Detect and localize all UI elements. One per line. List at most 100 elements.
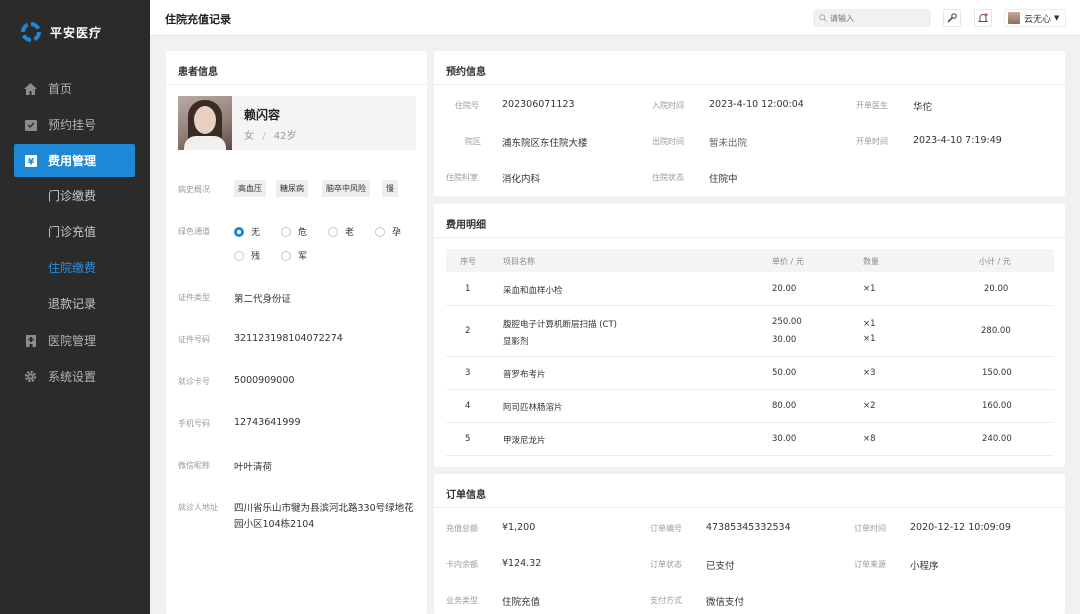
quantity: ×1	[863, 334, 876, 344]
sidebar-subitem-outpatient-payment[interactable]: 门诊缴费	[48, 186, 96, 206]
subtotal: 20.00	[984, 284, 1009, 294]
green-option-pregnant[interactable]: 孕	[375, 225, 401, 238]
business-type-value: 住院充值	[502, 597, 541, 608]
divider	[434, 237, 1065, 238]
green-option-none[interactable]: 无	[234, 225, 260, 238]
subtotal: 160.00	[982, 401, 1012, 411]
sidebar-item-home[interactable]: 首页	[14, 72, 135, 105]
radio-icon	[281, 250, 291, 261]
table-row: 4 阿司匹林肠溶片 80.00 ×2 160.00	[446, 390, 1054, 423]
inpatient-number-value: 202306071123	[502, 99, 575, 110]
field-label: 充值总额	[446, 524, 478, 533]
history-tag: 糖尿病	[276, 180, 308, 197]
billing-icon: ¥	[24, 154, 37, 167]
patient-meta: 女 / 42岁	[244, 127, 296, 142]
top-header: 住院充值记录 云无心 ▼	[150, 0, 1080, 36]
page-title: 住院充值记录	[165, 13, 231, 26]
fee-details-card: 费用明细 序号 项目名称 单价 / 元 数量 小计 / 元 1 采血和血样小检 …	[434, 204, 1065, 467]
tool-button[interactable]	[943, 9, 961, 27]
history-tag: 慢	[382, 180, 398, 197]
item-name: 普罗布考片	[503, 370, 546, 380]
admission-time-value: 2023-4-10 12:00:04	[709, 99, 804, 110]
item-name: 显影剂	[503, 337, 529, 347]
field-label: 住院科室	[446, 173, 478, 182]
appointment-info-card: 预约信息 住院号 202306071123 入院时间 2023-4-10 12:…	[434, 51, 1065, 196]
field-label: 就诊人地址	[178, 503, 218, 512]
search-icon	[819, 14, 827, 22]
hospital-icon	[24, 334, 37, 347]
field-label: 证件号码	[178, 335, 210, 344]
order-number-value: 47385345332534	[706, 522, 791, 533]
field-label: 卡内余额	[446, 560, 478, 569]
section-title: 患者信息	[178, 67, 218, 78]
card-number-value: 5000909000	[234, 375, 295, 386]
table-row: 1 采血和血样小检 20.00 ×1 20.00	[446, 272, 1054, 306]
field-label: 院区	[465, 137, 481, 146]
table-header: 序号 项目名称 单价 / 元 数量 小计 / 元	[446, 249, 1054, 272]
quantity: ×2	[863, 401, 876, 411]
recharge-total-value: ¥1,200	[502, 522, 536, 533]
section-title: 费用明细	[446, 220, 486, 231]
item-name: 阿司匹林肠溶片	[503, 403, 563, 413]
search-box[interactable]	[813, 9, 931, 27]
card-balance-value: ¥124.32	[502, 558, 542, 569]
order-time-value: 2023-4-10 7:19:49	[913, 135, 1002, 146]
user-name: 云无心	[1024, 14, 1052, 25]
sidebar-item-label: 预约挂号	[48, 118, 97, 132]
appointment-icon	[24, 118, 37, 131]
campus-value: 浦东院区东住院大楼	[502, 138, 588, 149]
sidebar-item-billing[interactable]: ¥ 费用管理	[14, 144, 135, 177]
sidebar-item-appointment[interactable]: 预约挂号	[14, 108, 135, 141]
doctor-value: 华佗	[913, 102, 933, 113]
brand-name: 平安医疗	[50, 25, 103, 40]
bell-icon	[978, 13, 988, 22]
divider	[166, 84, 427, 85]
sidebar-item-settings[interactable]: 系统设置	[14, 360, 135, 393]
green-option-elderly[interactable]: 老	[328, 225, 354, 238]
logo-icon	[21, 22, 41, 42]
quantity: ×8	[863, 434, 876, 444]
inpatient-status-value: 住院中	[709, 174, 738, 185]
green-option-critical[interactable]: 危	[281, 225, 307, 238]
unit-price: 250.00	[772, 317, 802, 327]
field-label: 订单状态	[650, 560, 682, 569]
unit-price: 50.00	[772, 368, 797, 378]
field-label: 业务类型	[446, 596, 478, 605]
sidebar-subitem-inpatient-payment[interactable]: 住院缴费	[48, 258, 96, 278]
field-label: 微信昵称	[178, 461, 210, 470]
row-number: 3	[465, 368, 471, 378]
section-title: 预约信息	[446, 67, 486, 78]
sidebar-subitem-outpatient-recharge[interactable]: 门诊充值	[48, 222, 96, 242]
green-option-military[interactable]: 军	[281, 249, 307, 262]
quantity: ×1	[863, 284, 876, 294]
field-label: 支付方式	[650, 596, 682, 605]
search-input[interactable]	[830, 13, 925, 23]
patient-info-card: 患者信息 赖闪容 女 / 42岁 病史概况 高血压 糖尿病 脑卒中风险 慢 绿色…	[166, 51, 427, 614]
notification-button[interactable]	[974, 9, 992, 27]
green-option-disabled[interactable]: 残	[234, 249, 260, 262]
subtotal: 150.00	[982, 368, 1012, 378]
patient-profile: 赖闪容 女 / 42岁	[178, 96, 416, 150]
department-value: 消化内科	[502, 174, 541, 185]
brand-logo[interactable]: 平安医疗	[20, 20, 102, 44]
svg-text:¥: ¥	[27, 157, 34, 167]
unit-price: 80.00	[772, 401, 797, 411]
order-source-value: 小程序	[910, 561, 939, 572]
sidebar-item-hospital[interactable]: 医院管理	[14, 324, 135, 357]
history-label: 病史概况	[178, 185, 210, 194]
column-header: 项目名称	[503, 257, 535, 266]
quantity: ×3	[863, 368, 876, 378]
row-number: 1	[465, 284, 471, 294]
row-number: 5	[465, 434, 471, 444]
sidebar-item-label: 医院管理	[48, 334, 97, 348]
user-menu[interactable]: 云无心 ▼	[1004, 9, 1066, 27]
app-root: 平安医疗 首页 预约挂号 ¥ 费用管理 门诊缴费 门诊充值 住院缴费 退款记录 …	[0, 0, 1080, 614]
field-label: 入院时间	[652, 101, 684, 110]
column-header: 数量	[863, 257, 879, 266]
sidebar-subitem-refund-records[interactable]: 退款记录	[48, 294, 96, 314]
item-name: 腹腔电子计算机断层扫描 (CT)	[503, 320, 617, 330]
payment-method-value: 微信支付	[706, 597, 745, 608]
subtotal: 240.00	[982, 434, 1012, 444]
id-number-value: 321123198104072274	[234, 333, 343, 344]
column-header: 单价 / 元	[772, 257, 804, 266]
